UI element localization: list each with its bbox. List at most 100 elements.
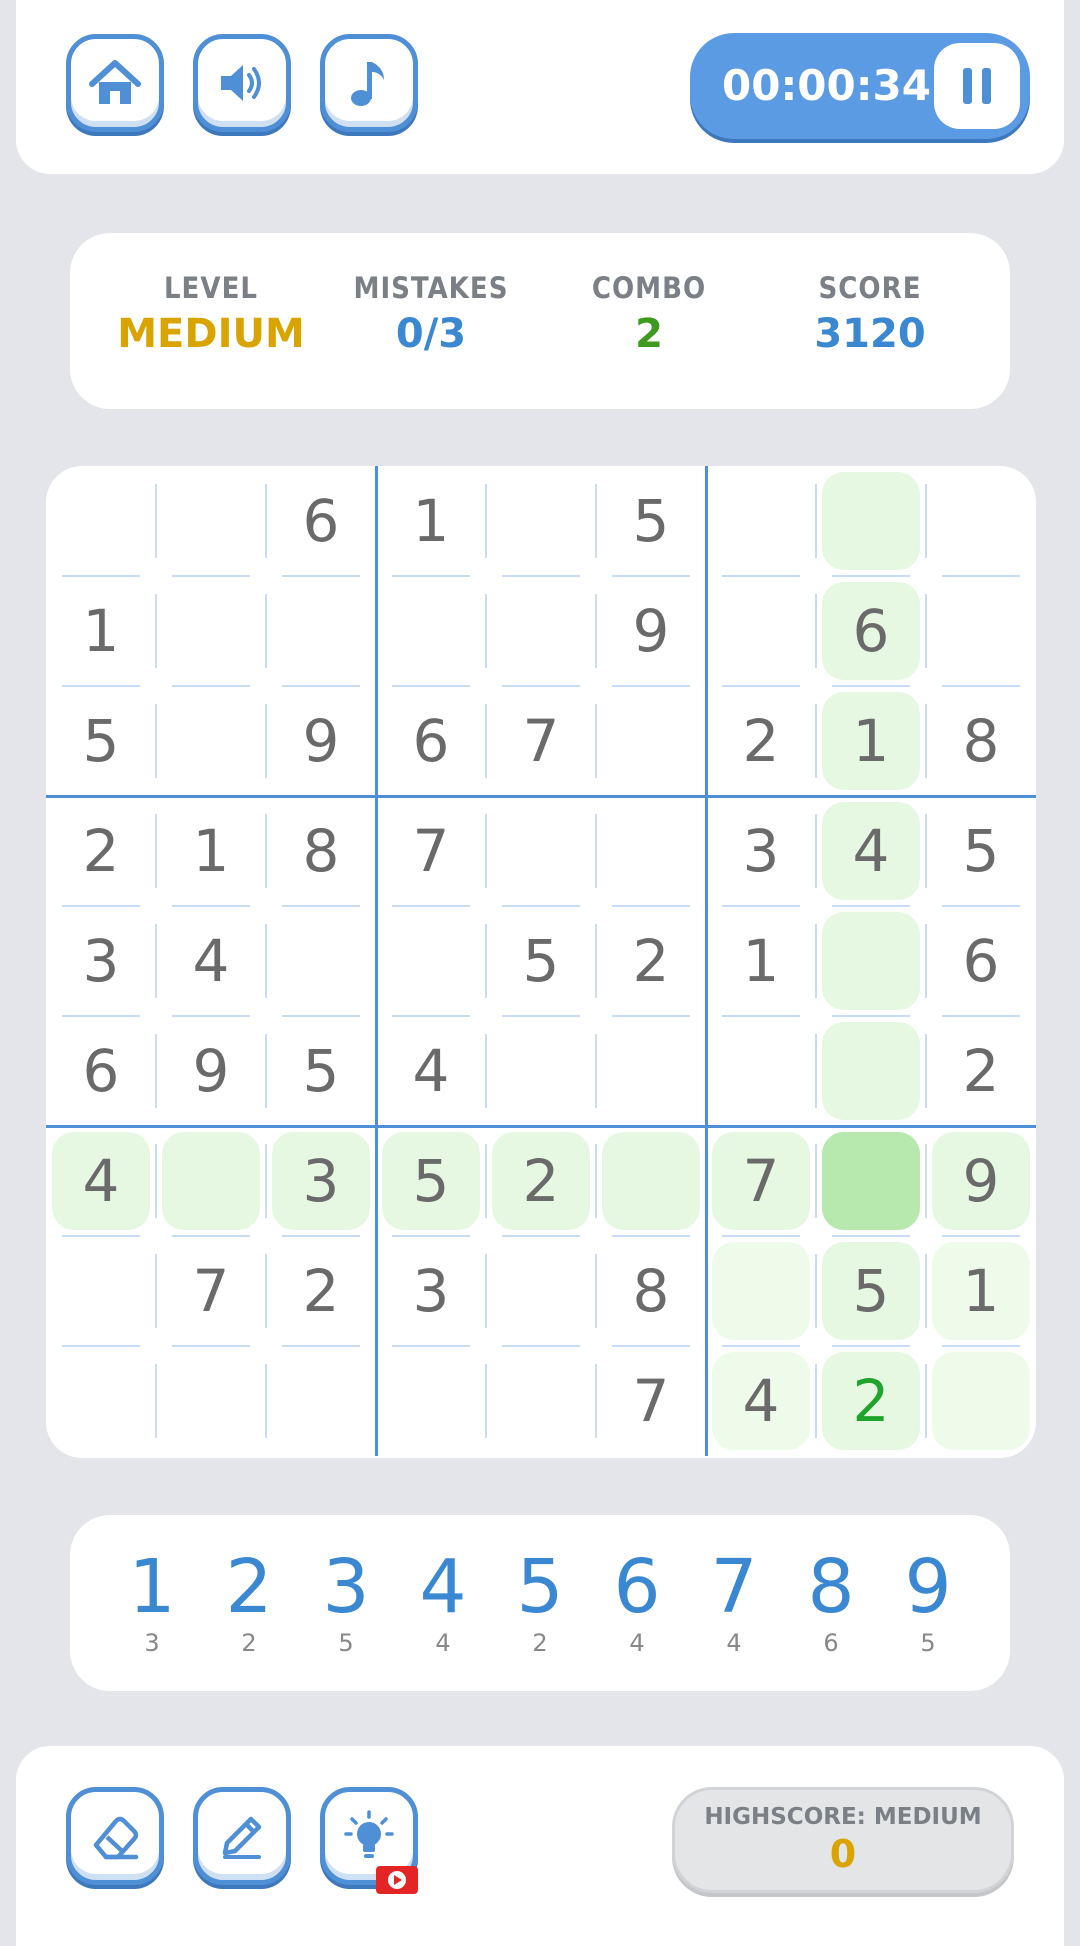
board-cell-r5-c1[interactable]: 3 <box>46 906 156 1016</box>
pause-button[interactable] <box>934 43 1020 129</box>
board-cell-r2-c8[interactable]: 6 <box>816 576 926 686</box>
numpad-key-5[interactable]: 5 2 <box>500 1545 580 1657</box>
board-cell-r2-c6[interactable]: 9 <box>596 576 706 686</box>
board-cell-r1-c9[interactable] <box>926 466 1036 576</box>
board-cell-r7-c4[interactable]: 5 <box>376 1126 486 1236</box>
board-cell-r1-c5[interactable] <box>486 466 596 576</box>
board-cell-r3-c7[interactable]: 2 <box>706 686 816 796</box>
board-cell-r6-c9[interactable]: 2 <box>926 1016 1036 1126</box>
board-cell-r2-c3[interactable] <box>266 576 376 686</box>
board-cell-r3-c1[interactable]: 5 <box>46 686 156 796</box>
cell-highlight <box>712 1242 810 1340</box>
numpad-key-7[interactable]: 7 4 <box>694 1545 774 1657</box>
board-cell-r5-c5[interactable]: 5 <box>486 906 596 1016</box>
board-cell-r9-c5[interactable] <box>486 1346 596 1456</box>
board-cell-r3-c8[interactable]: 1 <box>816 686 926 796</box>
board-cell-r1-c7[interactable] <box>706 466 816 576</box>
board-cell-r8-c3[interactable]: 2 <box>266 1236 376 1346</box>
board-cell-r4-c1[interactable]: 2 <box>46 796 156 906</box>
board-cell-r8-c2[interactable]: 7 <box>156 1236 266 1346</box>
board-cell-r9-c3[interactable] <box>266 1346 376 1456</box>
numpad-key-2[interactable]: 2 2 <box>209 1545 289 1657</box>
numpad-key-3[interactable]: 3 5 <box>306 1545 386 1657</box>
board-cell-r7-c9[interactable]: 9 <box>926 1126 1036 1236</box>
board-cell-r8-c9[interactable]: 1 <box>926 1236 1036 1346</box>
board-cell-r8-c1[interactable] <box>46 1236 156 1346</box>
board-cell-r2-c1[interactable]: 1 <box>46 576 156 686</box>
board-cell-r7-c3[interactable]: 3 <box>266 1126 376 1236</box>
board-cell-r6-c1[interactable]: 6 <box>46 1016 156 1126</box>
board-cell-r4-c2[interactable]: 1 <box>156 796 266 906</box>
music-note-icon <box>351 62 384 106</box>
board-cell-r8-c5[interactable] <box>486 1236 596 1346</box>
board-cell-r8-c4[interactable]: 3 <box>376 1236 486 1346</box>
numpad-digit: 1 <box>128 1544 176 1630</box>
board-cell-r3-c6[interactable] <box>596 686 706 796</box>
board-cell-r9-c2[interactable] <box>156 1346 266 1456</box>
board-cell-r4-c3[interactable]: 8 <box>266 796 376 906</box>
board-cell-r1-c2[interactable] <box>156 466 266 576</box>
numpad-key-8[interactable]: 8 6 <box>791 1545 871 1657</box>
board-cell-r5-c8[interactable] <box>816 906 926 1016</box>
board-cell-r8-c6[interactable]: 8 <box>596 1236 706 1346</box>
board-cell-r8-c7[interactable] <box>706 1236 816 1346</box>
erase-button[interactable] <box>66 1787 164 1885</box>
board-cell-r7-c2[interactable] <box>156 1126 266 1236</box>
board-cell-r4-c6[interactable] <box>596 796 706 906</box>
board-cell-r4-c9[interactable]: 5 <box>926 796 1036 906</box>
numpad-key-1[interactable]: 1 3 <box>112 1545 192 1657</box>
board-cell-r1-c3[interactable]: 6 <box>266 466 376 576</box>
numpad-key-4[interactable]: 4 4 <box>403 1545 483 1657</box>
cell-divider-vertical <box>265 466 267 1456</box>
board-cell-r6-c2[interactable]: 9 <box>156 1016 266 1126</box>
board-cell-r2-c7[interactable] <box>706 576 816 686</box>
board-cell-r9-c8[interactable]: 2 <box>816 1346 926 1456</box>
board-cell-r6-c5[interactable] <box>486 1016 596 1126</box>
board-cell-r5-c2[interactable]: 4 <box>156 906 266 1016</box>
board-cell-r9-c6[interactable]: 7 <box>596 1346 706 1456</box>
board-cell-r9-c7[interactable]: 4 <box>706 1346 816 1456</box>
board-cell-r3-c9[interactable]: 8 <box>926 686 1036 796</box>
board-cell-r4-c7[interactable]: 3 <box>706 796 816 906</box>
board-cell-r6-c8[interactable] <box>816 1016 926 1126</box>
board-cell-r5-c6[interactable]: 2 <box>596 906 706 1016</box>
board-cell-r8-c8[interactable]: 5 <box>816 1236 926 1346</box>
board-cell-r2-c9[interactable] <box>926 576 1036 686</box>
board-cell-r7-c5[interactable]: 2 <box>486 1126 596 1236</box>
board-cell-r5-c4[interactable] <box>376 906 486 1016</box>
board-cell-r1-c1[interactable] <box>46 466 156 576</box>
board-cell-r6-c7[interactable] <box>706 1016 816 1126</box>
board-cell-r9-c9[interactable] <box>926 1346 1036 1456</box>
board-cell-r5-c9[interactable]: 6 <box>926 906 1036 1016</box>
board-cell-r4-c8[interactable]: 4 <box>816 796 926 906</box>
board-cell-r9-c4[interactable] <box>376 1346 486 1456</box>
home-button[interactable] <box>66 34 164 132</box>
music-button[interactable] <box>320 34 418 132</box>
board-cell-r4-c4[interactable]: 7 <box>376 796 486 906</box>
board-cell-r6-c3[interactable]: 5 <box>266 1016 376 1126</box>
board-cell-r7-c1[interactable]: 4 <box>46 1126 156 1236</box>
board-cell-r9-c1[interactable] <box>46 1346 156 1456</box>
board-cell-r7-c7[interactable]: 7 <box>706 1126 816 1236</box>
board-cell-r2-c2[interactable] <box>156 576 266 686</box>
numpad-key-6[interactable]: 6 4 <box>597 1545 677 1657</box>
board-cell-r2-c5[interactable] <box>486 576 596 686</box>
board-cell-r5-c3[interactable] <box>266 906 376 1016</box>
numpad-key-9[interactable]: 9 5 <box>888 1545 968 1657</box>
board-cell-r1-c8[interactable] <box>816 466 926 576</box>
board-cell-r6-c4[interactable]: 4 <box>376 1016 486 1126</box>
board-cell-r7-c6[interactable] <box>596 1126 706 1236</box>
notes-button[interactable] <box>193 1787 291 1885</box>
board-cell-r2-c4[interactable] <box>376 576 486 686</box>
board-cell-r3-c4[interactable]: 6 <box>376 686 486 796</box>
board-cell-r4-c5[interactable] <box>486 796 596 906</box>
board-cell-r6-c6[interactable] <box>596 1016 706 1126</box>
board-cell-r7-c8[interactable] <box>816 1126 926 1236</box>
board-cell-r5-c7[interactable]: 1 <box>706 906 816 1016</box>
board-cell-r1-c6[interactable]: 5 <box>596 466 706 576</box>
sound-button[interactable] <box>193 34 291 132</box>
board-cell-r3-c2[interactable] <box>156 686 266 796</box>
board-cell-r3-c3[interactable]: 9 <box>266 686 376 796</box>
board-cell-r1-c4[interactable]: 1 <box>376 466 486 576</box>
board-cell-r3-c5[interactable]: 7 <box>486 686 596 796</box>
